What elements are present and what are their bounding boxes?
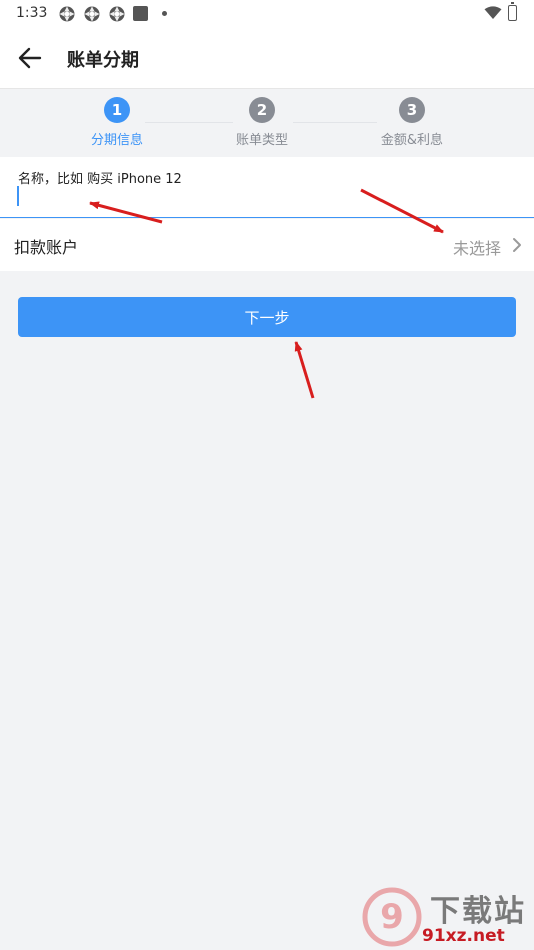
next-step-button[interactable]: 下一步 <box>18 297 516 337</box>
text-cursor <box>17 186 19 206</box>
wifi-icon <box>484 6 502 19</box>
step-1-label: 分期信息 <box>90 133 143 148</box>
step-3: 3 金额&利息 <box>357 97 467 148</box>
dot-icon <box>162 11 167 16</box>
chevron-right-icon <box>513 238 521 252</box>
battery-icon <box>508 2 517 21</box>
step-1-number: 1 <box>104 97 130 123</box>
name-input-hint: 名称，比如 购买 iPhone 12 <box>18 172 182 187</box>
status-time: 1:33 <box>16 5 48 21</box>
page-title: 账单分期 <box>67 50 139 71</box>
account-label: 扣款账户 <box>14 238 79 257</box>
watermark-title: 下载站 <box>430 894 526 929</box>
step-1: 1 分期信息 <box>62 97 172 148</box>
annotation-arrow <box>294 341 315 399</box>
watermark-url: 91xz.net <box>422 926 505 946</box>
svg-text:9: 9 <box>380 897 404 937</box>
account-value: 未选择 <box>452 239 501 258</box>
deduction-account-row[interactable]: 扣款账户 未选择 <box>0 219 534 271</box>
status-bar: 1:33 <box>0 0 534 28</box>
notification-icon <box>109 6 125 22</box>
notification-icon <box>59 6 75 22</box>
step-2: 2 账单类型 <box>207 97 317 148</box>
watermark: 9 下载站 91xz.net <box>362 886 530 948</box>
step-3-label: 金额&利息 <box>380 133 444 148</box>
watermark-logo-icon: 9 <box>362 887 422 947</box>
step-2-number: 2 <box>249 97 275 123</box>
name-input[interactable]: 名称，比如 购买 iPhone 12 <box>0 157 534 218</box>
step-2-label: 账单类型 <box>235 133 288 148</box>
arrow-left-icon[interactable] <box>14 44 44 72</box>
app-bar: 账单分期 <box>0 28 534 89</box>
notification-icon <box>84 6 100 22</box>
step-3-number: 3 <box>399 97 425 123</box>
square-app-icon <box>133 6 148 21</box>
